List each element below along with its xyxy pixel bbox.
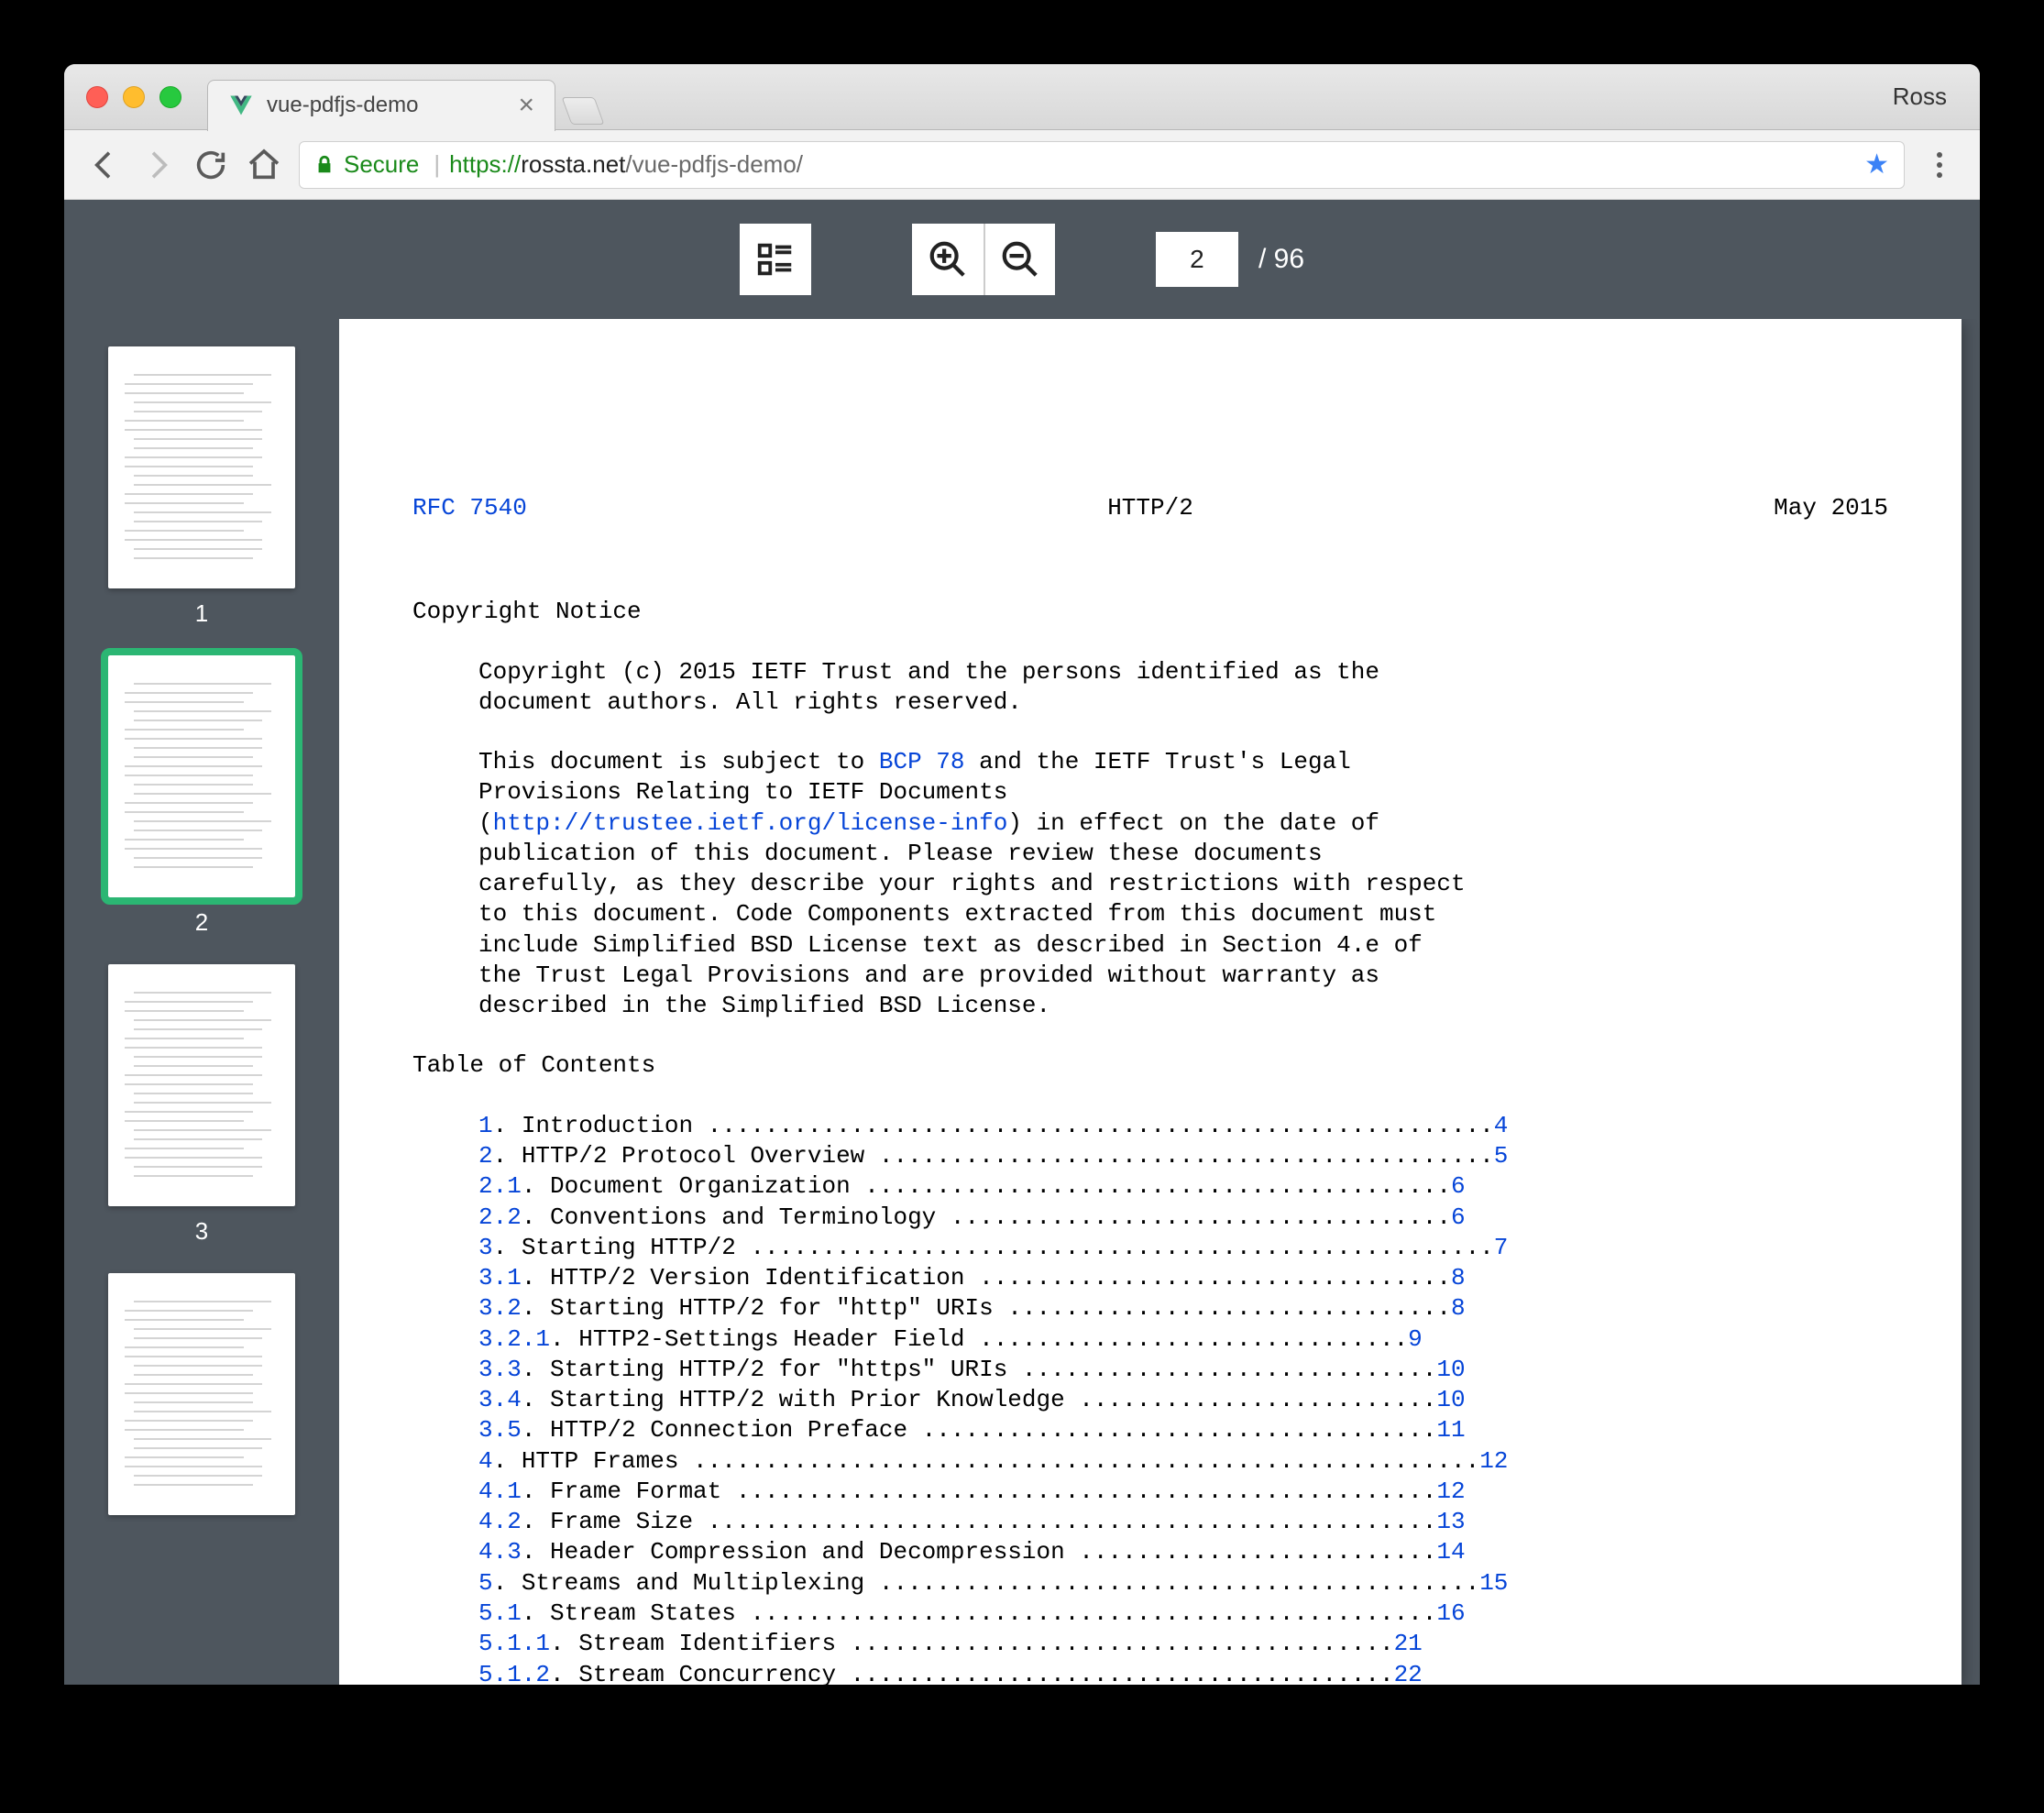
new-tab-button[interactable] (562, 97, 605, 125)
current-page-input[interactable] (1156, 232, 1238, 287)
secure-label-text: Secure (344, 150, 419, 179)
thumbnail-wrap: 3 (108, 964, 295, 1246)
copyright-heading: Copyright Notice (412, 597, 1888, 627)
thumbnail-wrap (108, 1273, 295, 1515)
toc-entry[interactable]: 3.4. Starting HTTP/2 with Prior Knowledg… (478, 1385, 1888, 1415)
rfc-link[interactable]: RFC 7540 (412, 493, 527, 523)
thumbnail-page[interactable] (108, 964, 295, 1206)
url-input[interactable]: Secure | https://rossta.net/vue-pdfjs-de… (299, 141, 1905, 189)
thumbnail-wrap: 1 (108, 346, 295, 628)
toc-entry[interactable]: 4.1. Frame Format ......................… (478, 1477, 1888, 1507)
browser-menu-button[interactable] (1921, 152, 1958, 178)
zoom-out-button[interactable] (984, 224, 1055, 295)
bcp78-link[interactable]: BCP 78 (879, 748, 965, 775)
doc-title: HTTP/2 (1107, 493, 1193, 523)
url-host: rossta.net (521, 150, 625, 179)
text: the Trust Legal Provisions and are provi… (412, 961, 1888, 991)
pdf-page: RFC 7540 HTTP/2 May 2015 Copyright Notic… (339, 319, 1962, 1685)
text: Copyright (c) 2015 IETF Trust and the pe… (412, 657, 1888, 687)
vue-favicon (228, 93, 254, 118)
browser-tab-active[interactable]: vue-pdfjs-demo × (207, 80, 555, 131)
user-profile-label[interactable]: Ross (1893, 82, 1958, 111)
back-button[interactable] (86, 147, 123, 183)
maximize-window-button[interactable] (159, 86, 181, 108)
window-controls (86, 86, 181, 108)
copyright-para-2: This document is subject to BCP 78 and t… (412, 747, 1888, 1021)
toc-entry[interactable]: 5.1.1. Stream Identifiers ..............… (478, 1629, 1888, 1659)
toc-entry[interactable]: 5.1. Stream States .....................… (478, 1599, 1888, 1629)
thumbnail-sidebar[interactable]: 1 2 3 (64, 319, 339, 1685)
copyright-para-1: Copyright (c) 2015 IETF Trust and the pe… (412, 657, 1888, 719)
toc-entry[interactable]: 4. HTTP Frames .........................… (478, 1446, 1888, 1477)
text: This document is subject to BCP 78 and t… (412, 747, 1888, 777)
toc-entry[interactable]: 1. Introduction ........................… (478, 1111, 1888, 1141)
secure-indicator: Secure (314, 150, 419, 179)
toc-entry[interactable]: 4.3. Header Compression and Decompressio… (478, 1537, 1888, 1567)
reload-button[interactable] (192, 147, 229, 183)
text: and the IETF Trust's Legal (965, 748, 1351, 775)
doc-header: RFC 7540 HTTP/2 May 2015 (412, 493, 1888, 523)
text: (http://trustee.ietf.org/license-info) i… (412, 808, 1888, 839)
url-scheme: https:// (449, 150, 521, 179)
text: This document is subject to (478, 748, 879, 775)
pdf-body: 1 2 3 RFC 7540 HTTP/2 May 2015 Copyright N… (64, 319, 1980, 1685)
doc-date: May 2015 (1774, 493, 1888, 523)
close-window-button[interactable] (86, 86, 108, 108)
toc-entry[interactable]: 5. Streams and Multiplexing ............… (478, 1568, 1888, 1599)
url-separator: | (434, 150, 440, 179)
text: carefully, as they describe your rights … (412, 869, 1888, 899)
toc-entry[interactable]: 2.1. Document Organization .............… (478, 1171, 1888, 1202)
thumbnail-page[interactable] (108, 346, 295, 588)
toc-entry[interactable]: 3.3. Starting HTTP/2 for "https" URIs ..… (478, 1355, 1888, 1385)
thumbnail-page[interactable] (108, 655, 295, 897)
pdf-page-area[interactable]: RFC 7540 HTTP/2 May 2015 Copyright Notic… (339, 319, 1980, 1685)
license-url-link[interactable]: http://trustee.ietf.org/license-info (493, 809, 1008, 837)
text: to this document. Code Components extrac… (412, 899, 1888, 929)
forward-button[interactable] (139, 147, 176, 183)
table-of-contents: 1. Introduction ........................… (412, 1111, 1888, 1685)
home-button[interactable] (246, 147, 282, 183)
lock-icon (314, 155, 335, 175)
browser-window: vue-pdfjs-demo × Ross Secure | https://r… (64, 64, 1980, 1685)
toc-entry[interactable]: 5.1.2. Stream Concurrency ..............… (478, 1660, 1888, 1686)
toc-entry[interactable]: 3.2.1. HTTP2-Settings Header Field .....… (478, 1324, 1888, 1355)
toc-entry[interactable]: 4.2. Frame Size ........................… (478, 1507, 1888, 1537)
bookmark-star-icon[interactable]: ★ (1864, 148, 1889, 181)
text: publication of this document. Please rev… (412, 839, 1888, 869)
window-titlebar: vue-pdfjs-demo × Ross (64, 64, 1980, 130)
address-bar: Secure | https://rossta.net/vue-pdfjs-de… (64, 130, 1980, 200)
thumbnail-number: 3 (195, 1217, 208, 1246)
zoom-in-button[interactable] (912, 224, 984, 295)
close-tab-icon[interactable]: × (518, 92, 534, 119)
toc-entry[interactable]: 2.2. Conventions and Terminology .......… (478, 1203, 1888, 1233)
thumbnail-number: 1 (195, 599, 208, 628)
thumbnail-wrap: 2 (108, 655, 295, 937)
toc-heading: Table of Contents (412, 1050, 1888, 1081)
toc-entry[interactable]: 3. Starting HTTP/2 .....................… (478, 1233, 1888, 1263)
text: include Simplified BSD License text as d… (412, 930, 1888, 961)
toc-entry[interactable]: 3.2. Starting HTTP/2 for "http" URIs ...… (478, 1293, 1888, 1324)
text: ( (478, 809, 493, 837)
tab-title: vue-pdfjs-demo (267, 93, 418, 118)
page-navigation: / 96 (1156, 232, 1304, 287)
thumbnail-page[interactable] (108, 1273, 295, 1515)
total-pages-label: / 96 (1258, 244, 1304, 275)
pdf-toolbar: / 96 (64, 200, 1980, 319)
url-path: /vue-pdfjs-demo/ (625, 150, 803, 179)
zoom-controls (912, 224, 1055, 295)
browser-tabs: vue-pdfjs-demo × (207, 64, 1893, 130)
toggle-thumbnails-button[interactable] (740, 224, 811, 295)
toc-entry[interactable]: 2. HTTP/2 Protocol Overview ............… (478, 1141, 1888, 1171)
text: ) in effect on the date of (1007, 809, 1379, 837)
toc-entry[interactable]: 3.5. HTTP/2 Connection Preface .........… (478, 1415, 1888, 1445)
pdf-viewer-app: / 96 1 2 3 RFC 7540 HTTP/2 May 2015 Copyri… (64, 200, 1980, 1685)
toc-entry[interactable]: 3.1. HTTP/2 Version Identification .....… (478, 1263, 1888, 1293)
text: document authors. All rights reserved. (412, 687, 1888, 718)
minimize-window-button[interactable] (123, 86, 145, 108)
thumbnail-number: 2 (195, 908, 208, 937)
text: described in the Simplified BSD License. (412, 991, 1888, 1021)
text: Provisions Relating to IETF Documents (412, 777, 1888, 808)
